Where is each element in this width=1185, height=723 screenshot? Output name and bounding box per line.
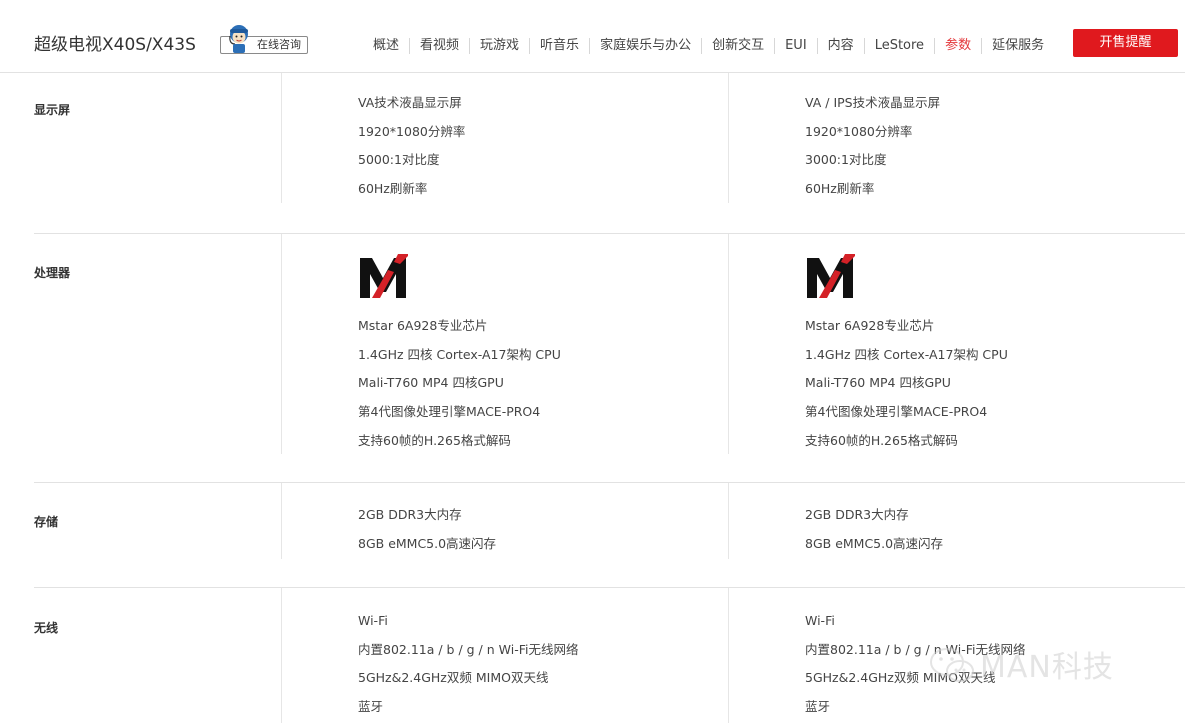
spec-line: Mstar 6A928专业芯片 [358,318,488,333]
spec-label-display: 显示屏 [34,103,71,117]
nav-item[interactable]: 创新交互 [701,38,774,54]
spec-col-x40s: 2GB DDR3大内存 8GB eMMC5.0高速闪存 [358,501,496,558]
watermark-text: MAN科技 [980,650,1114,685]
product-spec-page: 超级电视X40S/X43S 在线咨询 概述 看视频 玩游戏 听音乐 家庭娱乐与办公 创新交… [0,0,1185,723]
spec-line: 内置802.11a / b / g / n Wi-Fi无线网络 [358,641,579,657]
spec-line: 60Hz刷新率 [358,181,428,197]
spec-label-wireless: 无线 [34,621,59,635]
spec-line: 蓝牙 [805,699,831,715]
nav-item[interactable]: 概述 [363,38,409,54]
watermark: MAN科技 [928,642,1158,686]
spec-section-processor: 处理器 Mstar 6A928专业芯片 1.4GHz 四核 Cortex-A17架… [0,234,1185,482]
customer-service-avatar-icon [229,25,248,53]
spec-section-storage: 存储 2GB DDR3大内存 8GB eMMC5.0高速闪存 2GB DDR3大内… [0,483,1185,587]
spec-line: VA / IPS技术液晶显示屏 [805,95,941,110]
spec-line: Wi-Fi [805,613,835,628]
consult-label: 在线咨询 [257,38,301,51]
spec-line: 1.4GHz 四核 Cortex-A17架构 CPU [358,346,561,362]
nav-item[interactable]: 延保服务 [981,38,1054,54]
spec-line: 支持60帧的H.265格式解码 [358,432,511,448]
spec-line: Mali-T760 MP4 四核GPU [805,375,951,391]
nav-item[interactable]: 看视频 [409,38,469,54]
spec-section-display: 显示屏 VA技术液晶显示屏 1920*1080分辨率 5000:1对比度 60Hz刷新… [0,73,1185,233]
spec-line: 1.4GHz 四核 Cortex-A17架构 CPU [805,346,1008,362]
main-nav: 概述 看视频 玩游戏 听音乐 家庭娱乐与办公 创新交互 EUI 内容 LeStore 参数 延保服务 [363,36,1054,56]
nav-item[interactable]: 家庭娱乐与办公 [589,38,701,54]
nav-item[interactable]: 内容 [816,38,864,54]
column-divider [728,73,729,203]
nav-item[interactable]: EUI [774,38,817,54]
column-divider [281,483,282,559]
mstar-logo-icon [807,254,855,298]
online-consult-button[interactable]: 在线咨询 [220,24,310,54]
spec-line: Wi-Fi [358,613,388,628]
spec-line: 60Hz刷新率 [805,181,875,197]
spec-col-x40s: Mstar 6A928专业芯片 1.4GHz 四核 Cortex-A17架构 CP… [358,248,561,456]
product-title: 超级电视X40S/X43S [34,35,196,55]
spec-line: 8GB eMMC5.0高速闪存 [358,535,497,551]
top-header: 超级电视X40S/X43S 在线咨询 概述 看视频 玩游戏 听音乐 家庭娱乐与办公 创新交… [0,0,1185,73]
spec-label-processor: 处理器 [34,266,71,280]
mstar-logo-icon [360,254,408,298]
spec-line: 5GHz&2.4GHz双频 MIMO双天线 [358,670,549,686]
spec-col-x40s: Wi-Fi 内置802.11a / b / g / n Wi-Fi无线网络 5GHz… [358,607,578,722]
spec-col-x40s: VA技术液晶显示屏 1920*1080分辨率 5000:1对比度 60Hz刷新率 [358,89,465,204]
nav-item[interactable]: 玩游戏 [469,38,529,54]
spec-line: 第4代图像处理引擎MACE-PRO4 [358,404,541,420]
spec-line: 第4代图像处理引擎MACE-PRO4 [805,404,988,420]
spec-col-x43s: 2GB DDR3大内存 8GB eMMC5.0高速闪存 [805,501,943,558]
spec-line: 3000:1对比度 [805,152,887,168]
column-divider [281,73,282,203]
spec-col-x43s: Mstar 6A928专业芯片 1.4GHz 四核 Cortex-A17架构 CP… [805,248,1008,456]
nav-item[interactable]: 听音乐 [529,38,589,54]
spec-line: VA技术液晶显示屏 [358,95,462,110]
spec-line: 支持60帧的H.265格式解码 [805,432,958,448]
sale-notify-button[interactable]: 开售提醒 [1073,29,1178,57]
spec-col-x43s: VA / IPS技术液晶显示屏 1920*1080分辨率 3000:1对比度 60Hz… [805,89,940,204]
wechat-icon [930,648,974,682]
spec-line: Mstar 6A928专业芯片 [805,318,935,333]
column-divider [281,234,282,454]
spec-lines: Mstar 6A928专业芯片 1.4GHz 四核 Cortex-A17架构 CP… [805,312,1008,456]
spec-line: 8GB eMMC5.0高速闪存 [805,535,944,551]
spec-line: 1920*1080分辨率 [358,123,466,139]
spec-lines: Mstar 6A928专业芯片 1.4GHz 四核 Cortex-A17架构 CP… [358,312,561,456]
spec-line: 5000:1对比度 [358,152,440,168]
nav-item[interactable]: LeStore [863,38,934,54]
spec-line: 蓝牙 [358,699,384,715]
column-divider [728,588,729,723]
spec-label-storage: 存储 [34,515,59,529]
column-divider [728,483,729,559]
spec-line: 2GB DDR3大内存 [805,507,909,522]
spec-line: Mali-T760 MP4 四核GPU [358,375,504,391]
column-divider [281,588,282,723]
spec-line: 1920*1080分辨率 [805,123,913,139]
nav-item[interactable]: 参数 [934,38,981,54]
spec-line: 2GB DDR3大内存 [358,507,462,522]
column-divider [728,234,729,454]
